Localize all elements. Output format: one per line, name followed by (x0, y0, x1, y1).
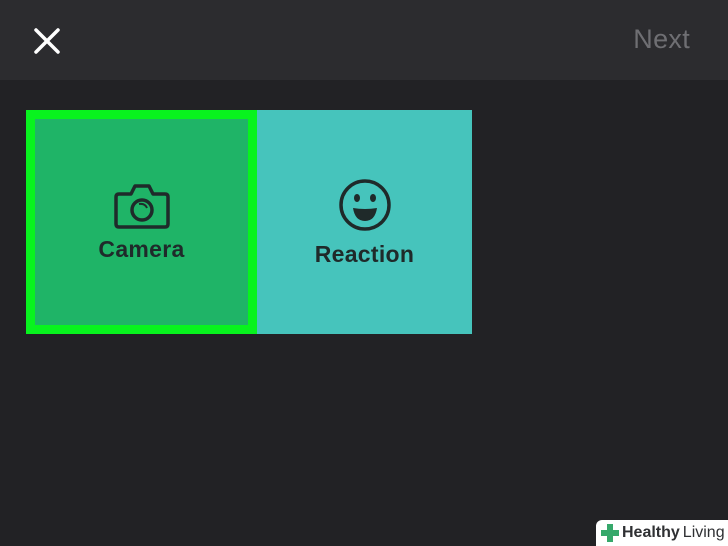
close-button[interactable] (26, 20, 68, 62)
top-bar: Next (0, 0, 728, 80)
plus-cross-icon (601, 524, 619, 542)
camera-tile[interactable]: Camera (26, 110, 257, 334)
reaction-label: Reaction (314, 240, 415, 267)
watermark-brand: Healthy (622, 524, 680, 541)
camera-icon (113, 183, 170, 229)
smiley-icon (338, 178, 391, 231)
next-button[interactable]: Next (633, 24, 690, 55)
watermark-logo: Healthy Living (596, 520, 728, 546)
close-icon (34, 28, 60, 54)
reaction-tile[interactable]: Reaction (257, 110, 472, 334)
camera-label: Camera (98, 235, 185, 262)
watermark-sub: Living (682, 524, 725, 541)
